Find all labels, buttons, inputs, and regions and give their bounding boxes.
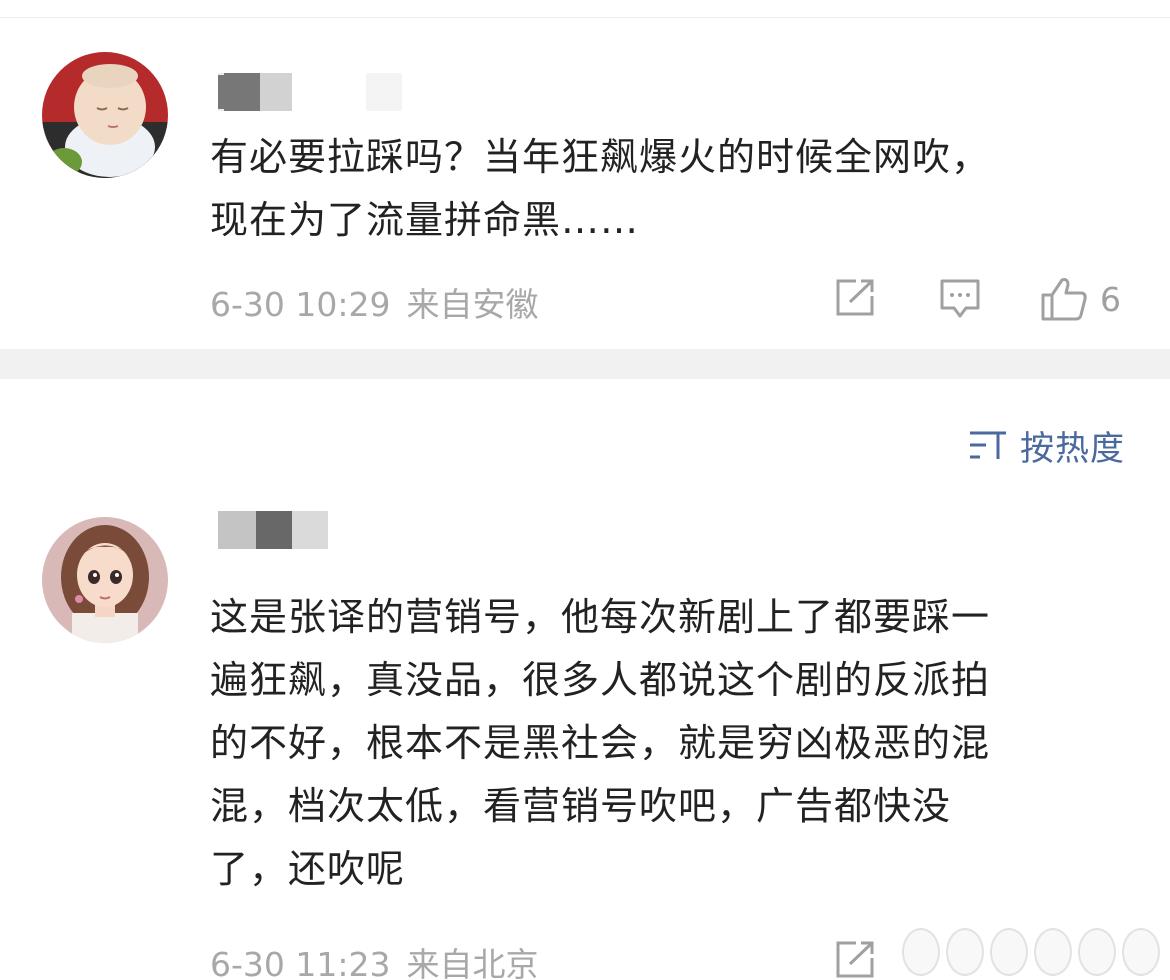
comment-time: 6-30 11:23 (210, 945, 391, 980)
comment-text: 有必要拉踩吗？当年狂飙爆火的时候全网吹， 现在为了流量拼命黑…… (210, 126, 990, 252)
comment-text-line: 了，还吹呢 (210, 847, 406, 891)
comment-meta: 6-30 10:29 来自安徽 (210, 278, 555, 326)
sort-label: 按热度 (1020, 428, 1125, 469)
share-icon (836, 279, 874, 316)
like-button[interactable]: 6 (1040, 276, 1121, 322)
comment-location: 来自北京 (406, 945, 539, 980)
share-button[interactable] (834, 278, 876, 318)
girl-avatar-icon (42, 517, 168, 643)
watermark-dots (902, 928, 1160, 976)
share-button[interactable] (834, 940, 876, 980)
baby-avatar-icon (42, 52, 168, 178)
comment-icon (940, 279, 980, 318)
comment-text-line: 的不好，根本不是黑社会，就是穷凶极恶的混 (210, 721, 991, 765)
section-divider (0, 349, 1170, 379)
comment-text-line: 这是张译的营销号，他每次新剧上了都要踩一 (210, 595, 991, 639)
sort-lines-icon (970, 431, 1006, 459)
comment-text: 这是张译的营销号，他每次新剧上了都要踩一 遍狂飙，真没品，很多人都说这个剧的反派… (210, 586, 990, 901)
reply-button[interactable] (939, 278, 981, 320)
comment-text-line: 现在为了流量拼命黑…… (210, 198, 640, 242)
top-divider (0, 17, 1170, 18)
comment-text-line: 混，档次太低，看营销号吹吧，广告都快没 (210, 784, 952, 828)
sort-by-hot-button[interactable]: 按热度 (968, 422, 1125, 469)
comment-meta: 6-30 11:23 来自北京 (210, 938, 555, 980)
comment-feed: 有必要拉踩吗？当年狂飙爆火的时候全网吹， 现在为了流量拼命黑…… 6-30 10… (0, 0, 1170, 980)
share-icon (836, 941, 874, 978)
watermark-overlay (902, 920, 1170, 980)
comment-time: 6-30 10:29 (210, 285, 391, 324)
avatar[interactable] (42, 517, 168, 643)
comment-text-line: 遍狂飙，真没品，很多人都说这个剧的反派拍 (210, 658, 991, 702)
avatar[interactable] (42, 52, 168, 178)
comment-text-line: 有必要拉踩吗？当年狂飙爆火的时候全网吹， (210, 135, 991, 179)
like-count: 6 (1100, 279, 1121, 319)
thumbs-up-icon (1041, 278, 1087, 321)
username-masked[interactable] (218, 511, 330, 549)
comment-location: 来自安徽 (406, 285, 539, 324)
username-masked[interactable] (218, 73, 403, 111)
